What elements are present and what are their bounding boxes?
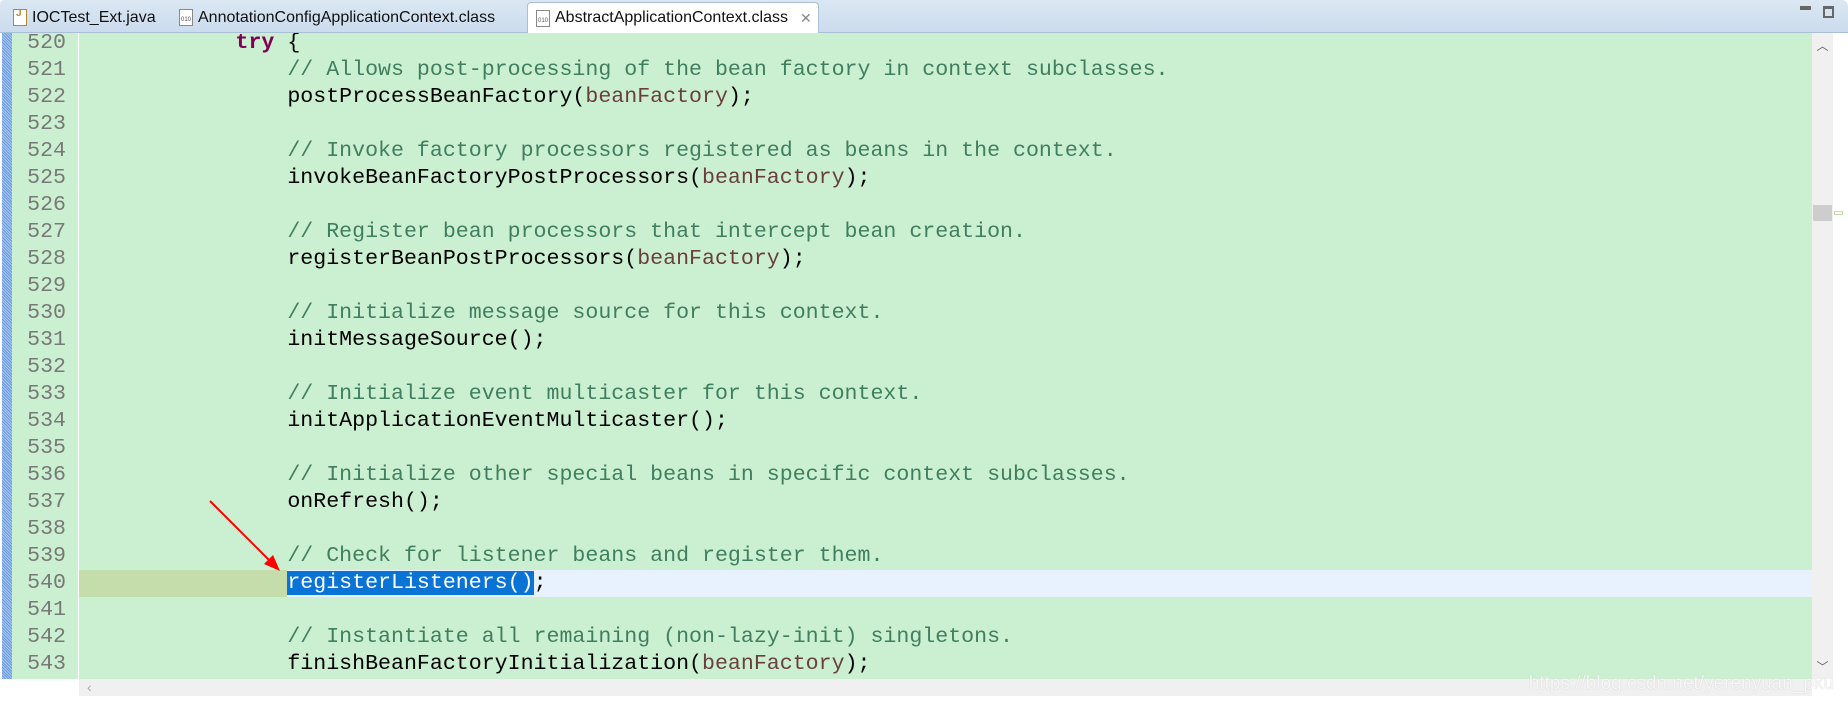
tab-label: AnnotationConfigApplicationContext.class: [198, 8, 496, 26]
arrow-shaft: [209, 500, 273, 564]
class-file-icon: 010: [536, 9, 550, 27]
tab-ioctest-ext-java[interactable]: IOCTest_Ext.java: [5, 2, 165, 33]
tab-label: AbstractApplicationContext.class: [555, 9, 788, 26]
tab-annotation-config-application-context[interactable]: 010 AnnotationConfigApplicationContext.c…: [171, 2, 519, 33]
class-file-icon: 010: [179, 9, 193, 26]
code-editor[interactable]: 520 521 522 523 524 525 526 527 528 529 530 531 532 5…: [0, 33, 1848, 703]
java-file-icon: [13, 9, 27, 26]
tab-abstract-application-context[interactable]: 010 AbstractApplicationContext.class ✕: [527, 2, 819, 33]
annotation-arrow: [209, 500, 280, 571]
close-tab-icon[interactable]: ✕: [800, 10, 812, 27]
maximize-icon[interactable]: [1823, 6, 1834, 18]
watermark: https://blog.csdn.net/yerenyuan_pku: [1528, 673, 1834, 694]
minimize-icon[interactable]: [1800, 6, 1811, 10]
tab-label: IOCTest_Ext.java: [32, 8, 156, 26]
editor-tab-bar: IOCTest_Ext.java 010 AnnotationConfigApp…: [0, 0, 1848, 33]
